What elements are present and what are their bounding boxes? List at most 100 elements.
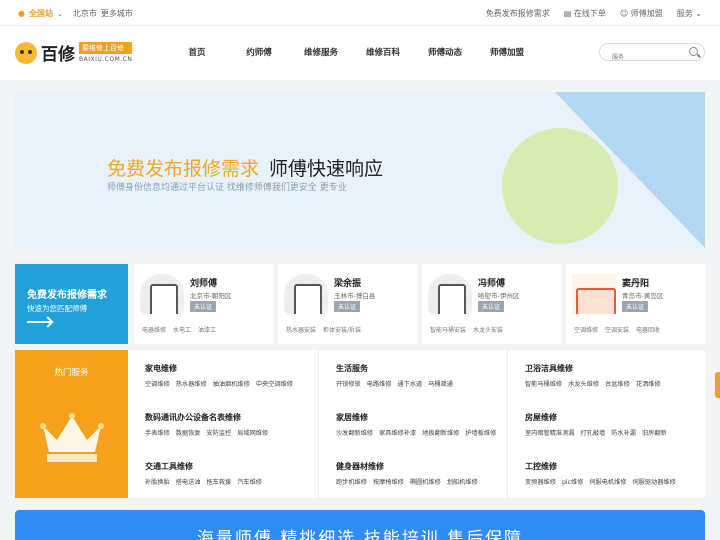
location-selector[interactable]: ● 全国站 ⌄ 北京市 更多城市	[18, 8, 133, 19]
service-link[interactable]: 地板翻新维修	[422, 428, 459, 437]
service-link[interactable]: 数据恢复	[176, 428, 201, 437]
service-group-heading[interactable]: 家电维修	[145, 363, 293, 374]
service-group-heading[interactable]: 房屋维修	[525, 412, 667, 423]
top-link-service[interactable]: 服务 ⌄	[677, 8, 702, 19]
master-tags: 智能马桶安装 水龙头安装	[430, 327, 504, 334]
service-link[interactable]: 安防监控	[207, 428, 232, 437]
top-link-online-order[interactable]: ▤ 在线下单	[564, 8, 606, 19]
service-link[interactable]: 汽车维修	[237, 477, 262, 486]
service-group: 工控维修 变频器维修 plc维修 伺服电机维修 伺服驱动器维修	[525, 461, 676, 486]
avatar	[284, 274, 328, 314]
nav-book-master[interactable]: 约师傅	[228, 46, 290, 58]
service-link[interactable]: 旧房翻新	[642, 428, 667, 437]
master-location: 玉林市-博白县	[334, 292, 376, 300]
service-link[interactable]: 局域网维修	[237, 428, 268, 437]
logo-mascot-icon	[15, 41, 37, 64]
service-link[interactable]: 室内暗管精准测漏	[525, 428, 575, 437]
service-group: 数码通讯办公设备名表维修 手表维修 数据恢复 安防监控 局域网维修	[145, 412, 268, 437]
service-group-heading[interactable]: 数码通讯办公设备名表维修	[145, 412, 268, 423]
service-link[interactable]: 空调维修	[145, 379, 170, 388]
service-group: 卫浴洁具维修 智能马桶维修 水龙头维修 台盆维修 花洒维修	[525, 363, 661, 388]
master-card[interactable]: 刘师傅 北京市-朝阳区 未认证 电器维修 水电工 油漆工	[134, 264, 273, 344]
service-link[interactable]: 按摩椅维修	[373, 477, 404, 486]
doc-icon: ▤	[563, 9, 572, 18]
service-link[interactable]: 变频器维修	[525, 477, 556, 486]
service-link[interactable]: 伺服驱动器维修	[633, 477, 676, 486]
service-link[interactable]: 智能马桶维修	[525, 379, 562, 388]
nav-home[interactable]: 首页	[166, 46, 228, 58]
crown-icon	[40, 413, 104, 462]
site-logo[interactable]: 百修 要维修上百修 BAIXIU.COM.CN	[15, 40, 133, 65]
service-link[interactable]: 打孔敲墙	[581, 428, 606, 437]
master-tags: 空调维修 空调安装 电器回收	[574, 327, 661, 334]
service-link[interactable]: 沙发翻新维修	[336, 428, 373, 437]
service-link[interactable]: 跑步机维修	[336, 477, 367, 486]
service-link[interactable]: 水龙头维修	[568, 379, 599, 388]
top-link-free-repair[interactable]: 免费发布报修需求	[486, 8, 550, 19]
logo-slogan: 要维修上百修	[79, 42, 133, 54]
service-link[interactable]: 补胎换胎	[145, 477, 170, 486]
search-input[interactable]	[600, 49, 680, 66]
service-link[interactable]: 开锁修锁	[336, 379, 361, 388]
status-badge: 未认证	[190, 301, 217, 312]
avatar	[428, 274, 472, 314]
top-bar: ● 全国站 ⌄ 北京市 更多城市 免费发布报修需求 ▤ 在线下单 ☺ 师傅加盟 …	[0, 0, 720, 26]
status-badge: 未认证	[622, 301, 649, 312]
master-card[interactable]: 窦丹阳 青岛市-黄岛区 未认证 空调维修 空调安装 电器回收	[566, 264, 705, 344]
service-link[interactable]: 划船机维修	[447, 477, 478, 486]
master-location: 哈密市-伊州区	[478, 292, 520, 300]
master-tags: 热水器安装 柜体安装/拆装	[286, 327, 362, 334]
master-name: 冯师傅	[478, 279, 506, 289]
service-link[interactable]: 花洒维修	[636, 379, 661, 388]
service-link[interactable]: 抽油烟机维修	[213, 379, 250, 388]
request-card-subtitle: 快速为您匹配师傅	[27, 304, 87, 313]
service-link[interactable]: 拖车救援	[207, 477, 232, 486]
service-link[interactable]: 电路维修	[367, 379, 392, 388]
nav-repair-services[interactable]: 维修服务	[290, 46, 352, 58]
top-link-join[interactable]: ☺ 师傅加盟	[620, 8, 663, 19]
master-name: 刘师傅	[190, 279, 218, 289]
service-group-heading[interactable]: 家居维修	[336, 412, 496, 423]
promo-banner[interactable]: 海量师傅 精挑细选 技能培训 售后保障	[15, 510, 705, 540]
service-group: 生活服务 开锁修锁 电路维修 通下水道 马桶疏通	[336, 363, 453, 388]
service-link[interactable]: 台盆维修	[605, 379, 630, 388]
chevron-down-icon[interactable]: ⌄	[57, 10, 63, 18]
master-card[interactable]: 冯师傅 哈密市-伊州区 未认证 智能马桶安装 水龙头安装	[422, 264, 561, 344]
service-link[interactable]: plc维修	[562, 477, 583, 486]
status-badge: 未认证	[334, 301, 361, 312]
service-group-heading[interactable]: 卫浴洁具维修	[525, 363, 661, 374]
service-link[interactable]: 热水器维修	[176, 379, 207, 388]
chevron-down-icon: ⌄	[695, 9, 702, 18]
service-link[interactable]: 椭圆机维修	[410, 477, 441, 486]
more-cities-link[interactable]: 更多城市	[101, 8, 133, 19]
request-card-title: 免费发布报修需求	[27, 290, 107, 301]
search-icon[interactable]	[689, 47, 698, 56]
avatar	[140, 274, 184, 314]
service-link[interactable]: 通下水道	[398, 379, 423, 388]
service-link[interactable]: 中央空调维修	[256, 379, 293, 388]
nav-repair-wiki[interactable]: 维修百科	[352, 46, 414, 58]
station-label[interactable]: 全国站	[29, 8, 53, 19]
service-link[interactable]: 护墙板维修	[465, 428, 496, 437]
service-group-heading[interactable]: 健身器材维修	[336, 461, 478, 472]
service-link[interactable]: 手表维修	[145, 428, 170, 437]
free-repair-request-card[interactable]: 免费发布报修需求 快速为您匹配师傅	[15, 264, 128, 344]
nav-master-join[interactable]: 师傅加盟	[476, 46, 538, 58]
side-float-tab[interactable]	[715, 372, 720, 398]
hot-services-card[interactable]: 热门服务	[15, 350, 128, 498]
service-link[interactable]: 伺服电机维修	[589, 477, 626, 486]
service-link[interactable]: 防水补漏	[611, 428, 636, 437]
main-nav: 首页 约师傅 维修服务 维修百科 师傅动态 师傅加盟	[166, 46, 538, 58]
service-link[interactable]: 家具维修补漆	[379, 428, 416, 437]
service-group: 房屋维修 室内暗管精准测漏 打孔敲墙 防水补漏 旧房翻新	[525, 412, 667, 437]
service-link[interactable]: 搭电送油	[176, 477, 201, 486]
nav-master-news[interactable]: 师傅动态	[414, 46, 476, 58]
hero-banner[interactable]: 免费发布报修需求 师傅快速响应 师傅身份信息均通过平台认证 找维修师傅我们更安全…	[15, 92, 705, 248]
service-group-heading[interactable]: 交通工具维修	[145, 461, 262, 472]
status-badge: 未认证	[478, 301, 505, 312]
master-card[interactable]: 梁余振 玉林市-博白县 未认证 热水器安装 柜体安装/拆装	[278, 264, 417, 344]
service-group-heading[interactable]: 生活服务	[336, 363, 453, 374]
service-group-heading[interactable]: 工控维修	[525, 461, 676, 472]
banner-circle-decoration	[502, 128, 618, 244]
service-link[interactable]: 马桶疏通	[428, 379, 453, 388]
